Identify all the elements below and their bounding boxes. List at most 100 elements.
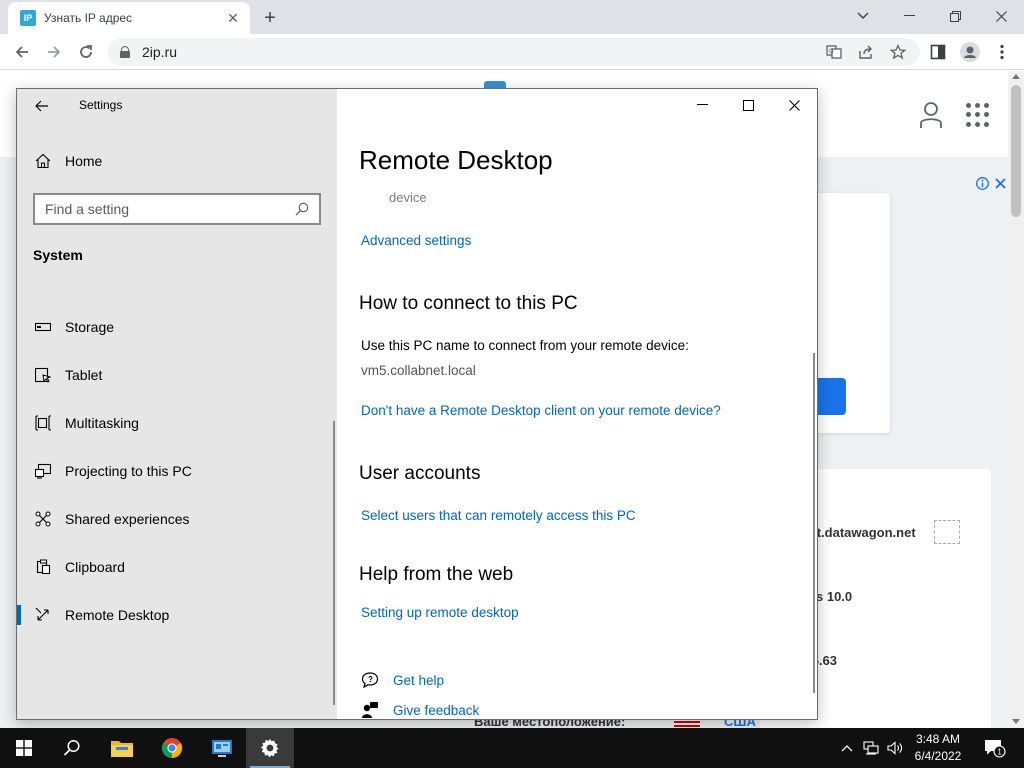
- user-accounts-heading: User accounts: [359, 463, 481, 484]
- home-icon: [35, 153, 51, 169]
- nav-home-label: Home: [65, 153, 103, 169]
- ad-choices-icon[interactable]: [976, 175, 1012, 191]
- connect-heading: How to connect to this PC: [359, 293, 578, 314]
- clipboard-icon: [33, 557, 53, 577]
- tablet-icon: [33, 365, 53, 385]
- page-scrollbar[interactable]: [1008, 71, 1024, 728]
- settings-content-pane: Remote Desktop device Advanced settings …: [337, 89, 817, 719]
- nav-item-tablet[interactable]: Tablet: [17, 353, 337, 397]
- get-help-link[interactable]: Get help: [393, 673, 444, 688]
- chrome-menu-icon[interactable]: [988, 38, 1016, 66]
- svg-text:G: G: [829, 49, 834, 55]
- taskbar-clock[interactable]: 3:48 AM 6/4/2022: [906, 731, 970, 765]
- taskbar-search-icon[interactable]: [48, 728, 96, 768]
- network-icon[interactable]: [860, 728, 882, 768]
- nav-home[interactable]: Home: [17, 141, 337, 181]
- get-help-row[interactable]: ? Get help: [361, 671, 444, 689]
- clock-date: 6/4/2022: [914, 749, 962, 763]
- nav-group-title: System: [33, 247, 83, 263]
- tab-close-icon[interactable]: ✕: [224, 9, 242, 27]
- nav-item-label: Shared experiences: [65, 511, 190, 527]
- tab-title: Узнать IP адрес: [44, 11, 133, 25]
- get-client-link[interactable]: Don't have a Remote Desktop client on yo…: [361, 403, 721, 418]
- browser-tab[interactable]: IP Узнать IP адрес ✕: [8, 2, 250, 34]
- notification-count: 1: [997, 748, 1002, 757]
- nav-item-label: Multitasking: [65, 415, 139, 431]
- nav-item-remote-desktop[interactable]: Remote Desktop: [17, 593, 337, 637]
- window-maximize-icon[interactable]: [725, 89, 771, 121]
- nav-item-label: Tablet: [65, 367, 103, 383]
- profile-avatar-icon[interactable]: [956, 38, 984, 66]
- content-scrollbar[interactable]: [813, 353, 815, 693]
- window-title: Settings: [79, 98, 123, 112]
- file-explorer-icon[interactable]: [98, 728, 146, 768]
- shared-experiences-icon: [33, 509, 53, 529]
- nav-item-shared-experiences[interactable]: Shared experiences: [17, 497, 337, 541]
- remote-desktop-icon: [33, 605, 53, 625]
- lock-icon: [120, 46, 130, 58]
- user-account-icon[interactable]: [918, 101, 944, 129]
- nav-item-label: Storage: [65, 319, 115, 335]
- faded-device-text: device: [389, 190, 427, 205]
- address-bar[interactable]: 2ip.ru: [108, 38, 920, 66]
- pc-name-value: vm5.collabnet.local: [361, 363, 476, 378]
- tray-overflow-chevron-icon[interactable]: [836, 728, 858, 768]
- browser-tab-strip: IP Узнать IP адрес ✕ +: [0, 0, 1024, 34]
- windows-taskbar: 3:48 AM 6/4/2022 1: [0, 728, 1024, 768]
- find-setting-input[interactable]: [45, 201, 295, 217]
- notifications-icon[interactable]: 1: [980, 728, 1010, 768]
- settings-gear-icon[interactable]: [246, 728, 294, 768]
- settings-nav-pane: Settings Home System Storage Tablet: [17, 89, 337, 719]
- storage-icon: [33, 317, 53, 337]
- side-panel-icon[interactable]: [924, 38, 952, 66]
- volume-icon[interactable]: [884, 728, 906, 768]
- give-feedback-row[interactable]: Give feedback: [361, 701, 479, 719]
- window-minimize-icon[interactable]: [679, 89, 725, 121]
- nav-scrollbar[interactable]: [333, 421, 335, 705]
- nav-item-projecting[interactable]: Projecting to this PC: [17, 449, 337, 493]
- restore-icon[interactable]: [932, 3, 978, 29]
- back-arrow-icon[interactable]: [8, 38, 36, 66]
- browser-toolbar: 2ip.ru G: [0, 34, 1024, 70]
- search-icon: [295, 202, 309, 216]
- bookmark-star-icon[interactable]: [884, 38, 912, 66]
- back-icon[interactable]: [27, 91, 57, 121]
- settings-search-box[interactable]: [33, 193, 321, 225]
- nav-item-label: Clipboard: [65, 559, 125, 575]
- window-close-icon[interactable]: [771, 89, 817, 121]
- minimize-icon[interactable]: [886, 3, 932, 29]
- svg-text:?: ?: [368, 675, 373, 684]
- advanced-settings-link[interactable]: Advanced settings: [361, 233, 471, 248]
- help-web-heading: Help from the web: [359, 564, 514, 585]
- select-users-link[interactable]: Select users that can remotely access th…: [361, 508, 636, 523]
- get-help-icon: ?: [361, 671, 379, 689]
- share-icon[interactable]: [852, 38, 880, 66]
- control-panel-icon[interactable]: [198, 728, 246, 768]
- settings-window: Settings Home System Storage Tablet: [16, 88, 818, 720]
- nav-item-label: Remote Desktop: [65, 607, 170, 623]
- start-windows-icon[interactable]: [0, 728, 48, 768]
- nav-item-label: Projecting to this PC: [65, 463, 192, 479]
- setup-remote-desktop-link[interactable]: Setting up remote desktop: [361, 605, 519, 620]
- projecting-icon: [33, 461, 53, 481]
- give-feedback-link[interactable]: Give feedback: [393, 703, 479, 718]
- copy-icon[interactable]: [934, 520, 960, 544]
- translate-icon[interactable]: G: [820, 38, 848, 66]
- chrome-icon[interactable]: [148, 728, 196, 768]
- multitasking-icon: [33, 413, 53, 433]
- forward-arrow-icon[interactable]: [40, 38, 68, 66]
- new-tab-icon[interactable]: +: [258, 6, 282, 30]
- url-text: 2ip.ru: [142, 44, 178, 60]
- clock-time: 3:48 AM: [915, 732, 961, 746]
- tab-search-icon[interactable]: [840, 3, 886, 29]
- reload-icon[interactable]: [72, 38, 100, 66]
- page-title: Remote Desktop: [359, 145, 553, 175]
- nav-item-storage[interactable]: Storage: [17, 305, 337, 349]
- apps-grid-icon[interactable]: [966, 103, 990, 127]
- close-icon[interactable]: [978, 3, 1024, 29]
- site-favicon: IP: [20, 10, 36, 26]
- nav-item-multitasking[interactable]: Multitasking: [17, 401, 337, 445]
- feedback-icon: [361, 701, 379, 719]
- nav-item-clipboard[interactable]: Clipboard: [17, 545, 337, 589]
- connect-instructions: Use this PC name to connect from your re…: [361, 338, 689, 353]
